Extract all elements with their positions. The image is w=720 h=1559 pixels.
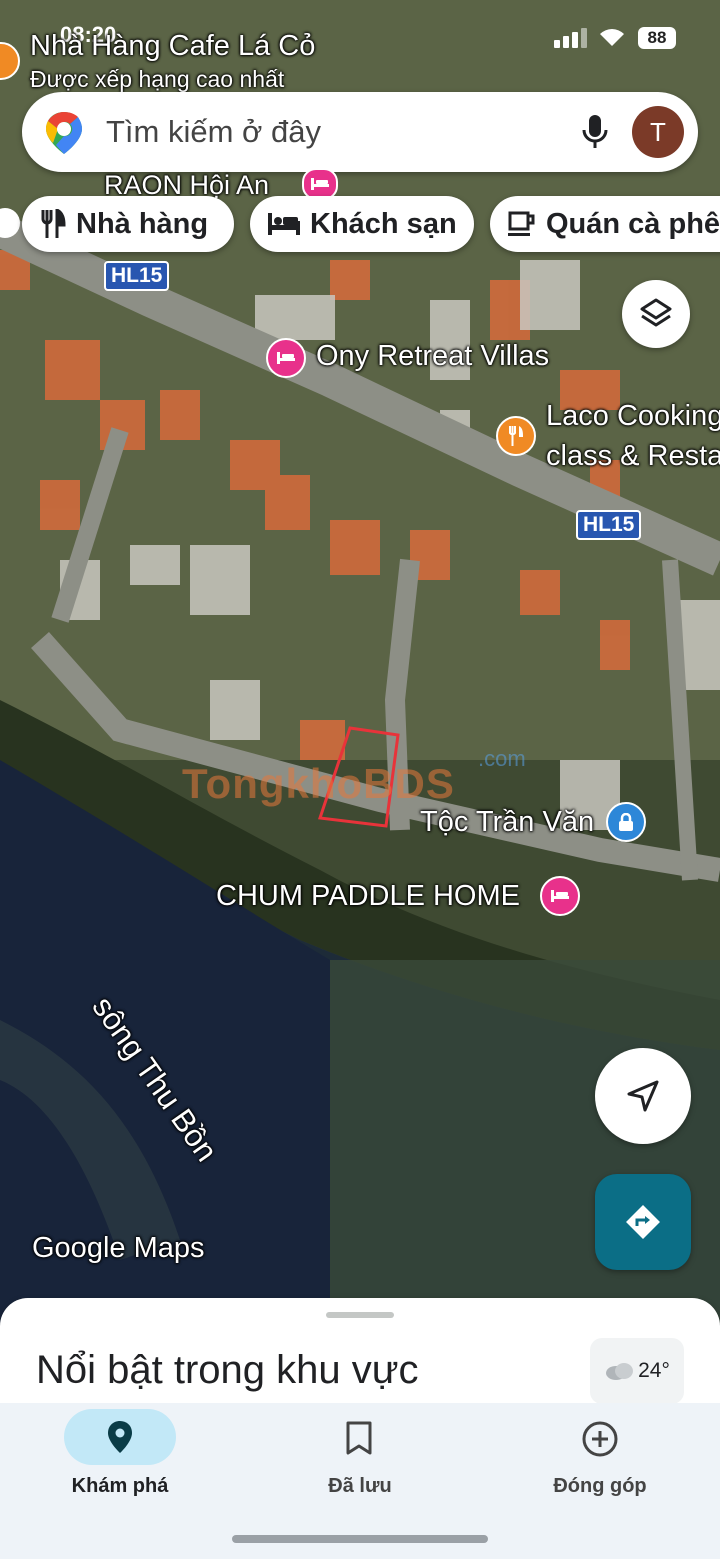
nav-item-explore[interactable]: Khám phá — [0, 1403, 240, 1523]
coffee-cup-icon — [508, 211, 536, 237]
my-location-button[interactable] — [595, 1048, 691, 1144]
sheet-title: Nổi bật trong khu vực — [36, 1348, 419, 1392]
place-label-laco-line1[interactable]: Laco Cooking — [546, 400, 720, 433]
google-maps-logo-icon — [44, 110, 84, 156]
directions-icon — [626, 1205, 660, 1239]
weather-temp: 24° — [638, 1359, 670, 1382]
map-view[interactable]: 08:20 88 Nhà Hàng Cafe Lá Cỏ Được xếp hạ… — [0, 0, 720, 1330]
road-badge-hl15[interactable]: HL15 — [104, 261, 170, 291]
gesture-bar[interactable] — [232, 1535, 488, 1543]
avatar[interactable]: T — [632, 106, 684, 158]
place-label-ony[interactable]: Ony Retreat Villas — [316, 340, 549, 373]
place-label-laco-line2[interactable]: class & Resta — [546, 440, 720, 473]
bookmark-icon — [344, 1421, 374, 1460]
cloud-icon — [606, 1363, 634, 1380]
directions-button[interactable] — [595, 1174, 691, 1270]
lodging-pin[interactable] — [540, 876, 580, 916]
road-badge-hl15[interactable]: HL15 — [576, 510, 642, 540]
watermark-suffix: .com — [478, 746, 526, 771]
location-pin-icon — [108, 1421, 132, 1453]
lodging-pin[interactable] — [266, 338, 306, 378]
google-maps-attribution: Google Maps — [32, 1232, 205, 1264]
chip-label: Khách sạn — [310, 207, 457, 240]
search-bar[interactable]: Tìm kiếm ở đây T — [22, 92, 698, 172]
add-circle-icon — [581, 1420, 619, 1463]
lock-pin-icon[interactable] — [606, 802, 646, 842]
nav-item-saved[interactable]: Đã lưu — [240, 1403, 480, 1523]
chip-hotels[interactable]: Khách sạn — [250, 196, 474, 252]
chip-label: Nhà hàng — [76, 207, 209, 240]
top-place-name[interactable]: Nhà Hàng Cafe Lá Cỏ — [30, 30, 315, 63]
chip-label: Quán cà phê — [546, 207, 720, 240]
layers-button[interactable] — [622, 280, 690, 348]
nav-item-contribute[interactable]: Đóng góp — [480, 1403, 720, 1523]
bed-icon — [268, 213, 300, 235]
restaurant-pin[interactable] — [496, 416, 536, 456]
place-label-chum[interactable]: CHUM PADDLE HOME — [216, 880, 520, 913]
wifi-icon — [598, 26, 626, 48]
active-nav-pill — [64, 1409, 176, 1465]
top-place-subtitle: Được xếp hạng cao nhất — [30, 66, 285, 92]
navigation-arrow-icon — [627, 1080, 659, 1112]
microphone-icon[interactable] — [580, 114, 610, 150]
bottom-navigation: Khám phá Đã lưu Đóng góp — [0, 1403, 720, 1559]
battery-indicator: 88 — [638, 27, 676, 49]
signal-icon — [554, 28, 588, 48]
place-label-toc[interactable]: Tộc Trần Văn — [420, 806, 594, 839]
weather-chip[interactable]: 24° — [590, 1338, 684, 1404]
nav-label: Đã lưu — [328, 1475, 392, 1497]
search-input[interactable]: Tìm kiếm ở đây — [106, 114, 321, 150]
chip-cafes[interactable]: Quán cà phê — [490, 196, 720, 252]
chip-restaurants[interactable]: Nhà hàng — [22, 196, 234, 252]
watermark: TongkhoBDS — [182, 760, 455, 807]
nav-label: Đóng góp — [553, 1475, 647, 1497]
sheet-drag-handle[interactable] — [326, 1312, 394, 1318]
nav-label: Khám phá — [71, 1475, 169, 1497]
layers-icon — [640, 298, 672, 327]
fork-knife-icon — [40, 209, 66, 239]
